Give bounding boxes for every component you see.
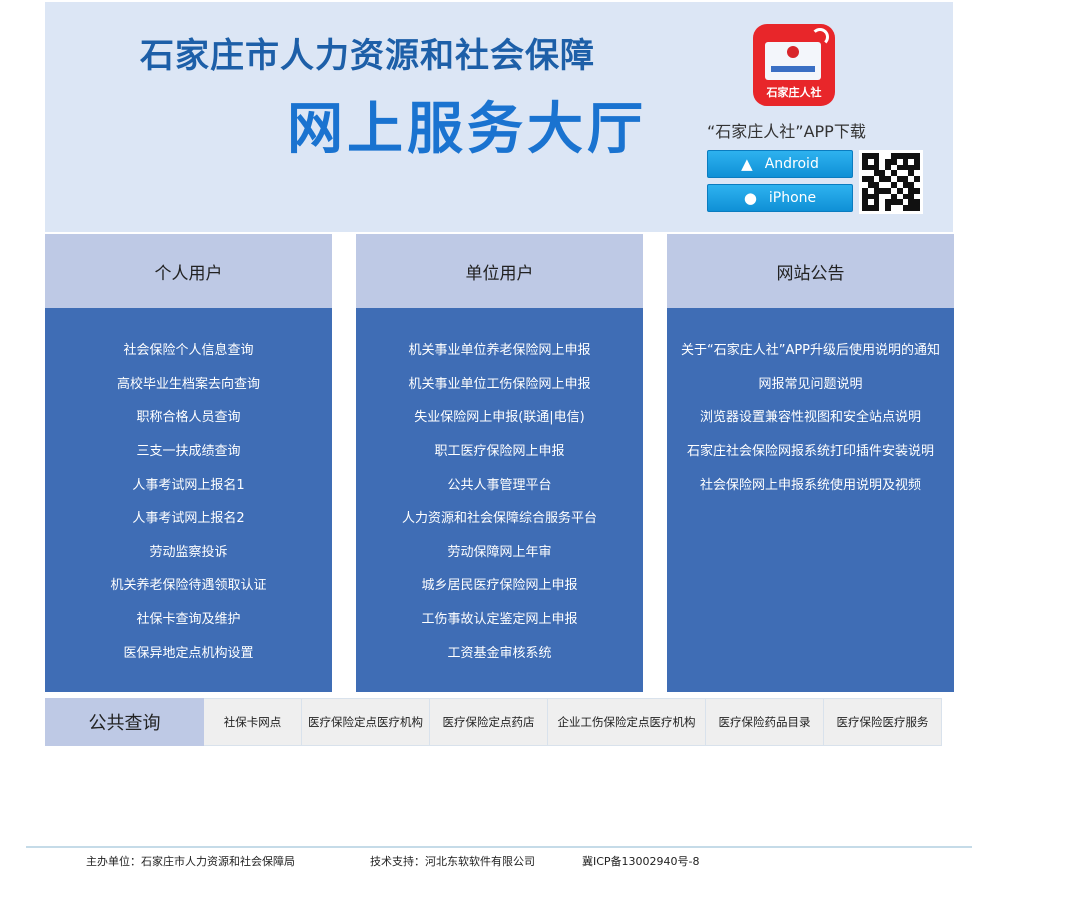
social-security-card-icon: [765, 42, 821, 80]
iphone-download-button[interactable]: ● iPhone: [707, 184, 853, 212]
public-query-tab[interactable]: 企业工伤保险定点医疗机构: [548, 698, 706, 746]
personal-link[interactable]: 职称合格人员查询: [45, 399, 332, 433]
android-download-button[interactable]: ▲ Android: [707, 150, 853, 178]
iphone-download-label: iPhone: [768, 190, 817, 206]
unit-link[interactable]: 工资基金审核系统: [356, 634, 643, 668]
unit-link[interactable]: 机关事业单位工伤保险网上申报: [356, 366, 643, 400]
announcement-link[interactable]: 石家庄社会保险网报系统打印插件安装说明: [667, 433, 954, 467]
footer-sponsor: 主办单位：石家庄市人力资源和社会保障局: [86, 855, 295, 868]
personal-link[interactable]: 机关养老保险待遇领取认证: [45, 567, 332, 601]
personal-link[interactable]: 高校毕业生档案去向查询: [45, 366, 332, 400]
personal-link[interactable]: 劳动监察投诉: [45, 534, 332, 568]
announcement-link[interactable]: 浏览器设置兼容性视图和安全站点说明: [667, 399, 954, 433]
personal-link[interactable]: 医保异地定点机构设置: [45, 634, 332, 668]
public-query-tab[interactable]: 医疗保险药品目录: [706, 698, 824, 746]
personal-link[interactable]: 人事考试网上报名2: [45, 500, 332, 534]
announcements-panel: 网站公告 关于“石家庄人社”APP升级后使用说明的通知 网报常见问题说明 浏览器…: [667, 234, 954, 692]
unit-link[interactable]: 城乡居民医疗保险网上申报: [356, 567, 643, 601]
announcement-link[interactable]: 网报常见问题说明: [667, 366, 954, 400]
personal-users-list: 社会保险个人信息查询 高校毕业生档案去向查询 职称合格人员查询 三支一扶成绩查询…: [45, 308, 332, 668]
panel-title: 网站公告: [667, 234, 954, 308]
announcement-link[interactable]: 社会保险网上申报系统使用说明及视频: [667, 466, 954, 500]
personal-link[interactable]: 三支一扶成绩查询: [45, 433, 332, 467]
emblem-icon: [787, 46, 799, 58]
personal-link[interactable]: 人事考试网上报名1: [45, 466, 332, 500]
unit-link[interactable]: 劳动保障网上年审: [356, 534, 643, 568]
announcements-list: 关于“石家庄人社”APP升级后使用说明的通知 网报常见问题说明 浏览器设置兼容性…: [667, 308, 954, 500]
app-logo[interactable]: 石家庄人社: [753, 24, 835, 106]
unit-link[interactable]: 人力资源和社会保障综合服务平台: [356, 500, 643, 534]
panel-title: 单位用户: [356, 234, 643, 308]
footer-support: 技术支持：河北东软软件有限公司: [370, 855, 535, 868]
unit-link[interactable]: 公共人事管理平台: [356, 466, 643, 500]
personal-link[interactable]: 社保卡查询及维护: [45, 601, 332, 635]
unit-link[interactable]: 机关事业单位养老保险网上申报: [356, 332, 643, 366]
personal-users-panel: 个人用户 社会保险个人信息查询 高校毕业生档案去向查询 职称合格人员查询 三支一…: [45, 234, 332, 692]
unit-link[interactable]: 职工医疗保险网上申报: [356, 433, 643, 467]
public-query-tab[interactable]: 医疗保险定点药店: [430, 698, 548, 746]
public-query-tab[interactable]: 社保卡网点: [204, 698, 302, 746]
public-query-label: 公共查询: [45, 698, 204, 746]
unit-users-list: 机关事业单位养老保险网上申报 机关事业单位工伤保险网上申报 失业保险网上申报(联…: [356, 308, 643, 668]
personal-link[interactable]: 社会保险个人信息查询: [45, 332, 332, 366]
announcement-link[interactable]: 关于“石家庄人社”APP升级后使用说明的通知: [667, 332, 954, 366]
apple-icon: ●: [743, 189, 757, 207]
site-title-line2: 网上服务大厅: [287, 96, 647, 162]
public-query-tab[interactable]: 医疗保险定点医疗机构: [302, 698, 430, 746]
panel-title: 个人用户: [45, 234, 332, 308]
site-header: 石家庄市人力资源和社会保障 网上服务大厅 石家庄人社 “石家庄人社”APP下载 …: [45, 2, 953, 232]
footer-divider: [26, 846, 972, 848]
unit-link[interactable]: 失业保险网上申报(联通|电信): [356, 399, 643, 433]
qr-code: [859, 150, 923, 214]
footer-icp[interactable]: 冀ICP备13002940号-8: [582, 853, 700, 869]
android-icon: ▲: [741, 155, 753, 173]
app-logo-text: 石家庄人社: [766, 86, 822, 99]
public-query-tab[interactable]: 医疗保险医疗服务: [824, 698, 942, 746]
unit-users-panel: 单位用户 机关事业单位养老保险网上申报 机关事业单位工伤保险网上申报 失业保险网…: [356, 234, 643, 692]
app-download-label: “石家庄人社”APP下载: [707, 122, 866, 141]
android-download-label: Android: [764, 156, 819, 172]
public-query-tabs: 社保卡网点 医疗保险定点医疗机构 医疗保险定点药店 企业工伤保险定点医疗机构 医…: [204, 698, 942, 746]
site-title-line1: 石家庄市人力资源和社会保障: [140, 36, 595, 76]
unit-link[interactable]: 工伤事故认定鉴定网上申报: [356, 601, 643, 635]
